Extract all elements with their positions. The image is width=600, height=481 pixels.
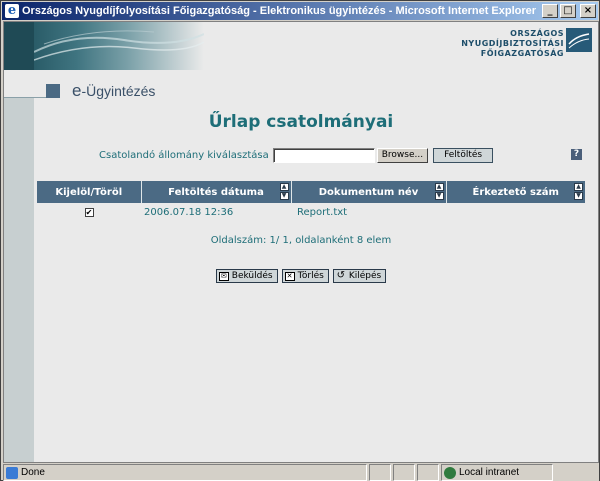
banner-wave-graphic [34,22,204,70]
row-upload-date: 2006.07.18 12:36 [144,206,234,218]
pagination-info: Oldalszám: 1/ 1, oldalanként 8 elem [210,235,392,246]
action-buttons: ✉ Beküldés ✕ Törlés ↺ Kilépés [4,269,598,283]
zone-text: Local intranet [459,467,520,478]
status-panel [393,464,415,481]
send-button[interactable]: ✉ Beküldés [215,269,278,283]
help-icon[interactable]: ? [571,149,582,160]
send-button-label: Beküldés [231,271,273,281]
table-row: ✔ 2006.07.18 12:36 Report.txt [37,203,585,219]
sort-arrows-icon[interactable]: ▲ ▼ [574,183,583,201]
section-title-rest: -Ügyintézés [81,83,156,99]
row-document-name-link[interactable]: Report.txt [291,203,446,219]
left-strip-top [4,70,34,98]
delete-button-label: Törlés [297,271,324,281]
ie-icon: e [5,4,19,18]
column-header-label: Dokumentum név [318,186,419,198]
minimize-button[interactable]: _ [542,4,558,18]
browser-window: e Országos Nyugdíjfolyosítási Főigazgató… [0,0,600,481]
upload-button[interactable]: Feltöltés [433,147,494,163]
row-checkbox[interactable]: ✔ [84,207,94,217]
table-header-row: Kijelöl/Töröl Feltöltés dátuma ▲ ▼ Dokume… [37,181,585,203]
column-header-label: Kijelöl/Töröl [55,186,123,198]
organization-logo-icon [566,28,592,52]
undo-arrow-icon: ↺ [336,269,346,281]
delete-button[interactable]: ✕ Törlés [281,269,329,283]
column-header-registration-number[interactable]: Érkeztető szám ▲ ▼ [445,181,585,203]
column-header-select[interactable]: Kijelöl/Töröl [37,181,141,203]
logo-line-2: NYUGDÍJBIZTOSÍTÁSI [461,39,564,48]
exit-button-label: Kilépés [348,271,382,281]
maximize-button[interactable]: □ [560,4,576,18]
organization-logo-text: ORSZÁGOS NYUGDÍJBIZTOSÍTÁSI FŐIGAZGATÓSÁ… [461,29,564,59]
title-bar: e Országos Nyugdíjfolyosítási Főigazgató… [2,2,598,20]
sort-arrows-icon[interactable]: ▲ ▼ [434,183,444,201]
page-content: ORSZÁGOS NYUGDÍJBIZTOSÍTÁSI FŐIGAZGATÓSÁ… [3,21,599,463]
file-path-input[interactable] [272,147,375,163]
column-header-document-name[interactable]: Dokumentum név ▲ ▼ [290,181,446,203]
row-registration-number [446,203,585,219]
browse-button[interactable]: Browse... [376,147,429,163]
security-zone: Local intranet [441,464,553,481]
exit-button[interactable]: ↺ Kilépés [332,269,387,283]
delete-x-icon: ✕ [284,271,295,281]
sort-arrows-icon[interactable]: ▲ ▼ [279,183,289,201]
page-title: Űrlap csatolmányai [208,112,394,132]
intranet-zone-icon [444,466,456,479]
logo-line-1: ORSZÁGOS [510,29,564,38]
close-button[interactable]: × [580,4,596,18]
status-bar: Done Local intranet [3,464,599,481]
page-done-icon [6,466,18,479]
envelope-icon: ✉ [218,271,229,281]
column-header-upload-date[interactable]: Feltöltés dátuma ▲ ▼ [140,181,291,203]
status-panel [417,464,439,481]
logo-line-3: FŐIGAZGATÓSÁG [480,49,564,58]
header-banner: ORSZÁGOS NYUGDÍJBIZTOSÍTÁSI FŐIGAZGATÓSÁ… [4,22,598,70]
status-panel [369,464,391,481]
section-square-icon [46,84,60,98]
section-title: e-Ügyintézés [72,81,155,101]
status-main: Done [3,464,367,481]
column-header-label: Feltöltés dátuma [168,186,264,198]
column-header-label: Érkeztető szám [472,186,559,198]
attachments-table: Kijelöl/Töröl Feltöltés dátuma ▲ ▼ Dokume… [37,181,585,219]
status-text: Done [21,467,45,478]
file-select-label: Csatolandó állomány kiválasztása [99,149,269,161]
banner-dark-block [4,22,34,70]
upload-row: Csatolandó állomány kiválasztása Browse.… [99,147,494,163]
row-select-cell: ✔ [37,203,141,219]
window-title: Országos Nyugdíjfolyosítási Főigazgatósá… [22,5,537,17]
